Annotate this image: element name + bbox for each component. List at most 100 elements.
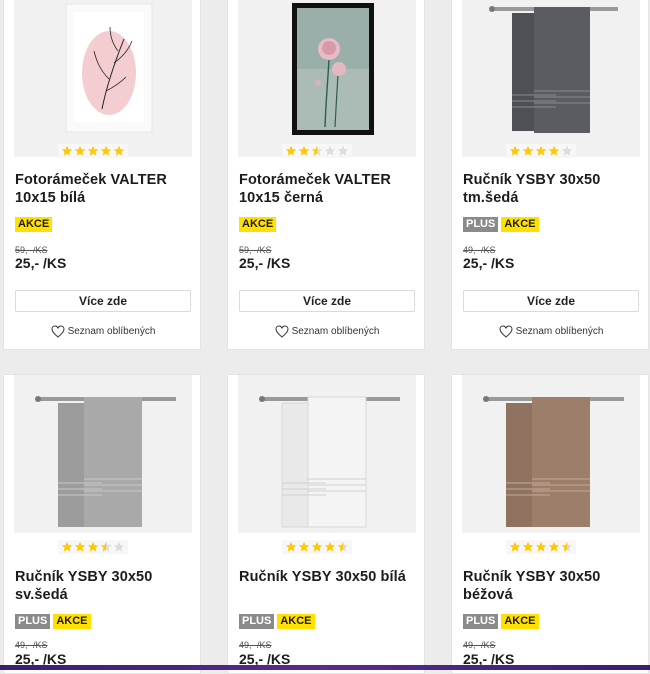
product-image[interactable] bbox=[14, 0, 192, 157]
star-icon bbox=[522, 541, 534, 552]
title-line: Ručník YSBY 30x50 bbox=[15, 569, 153, 585]
wishlist-link[interactable]: Seznam oblíbených bbox=[228, 325, 426, 338]
white-towel-icon bbox=[238, 375, 416, 533]
star-icon bbox=[535, 145, 547, 156]
akce-badge: AKCE bbox=[501, 614, 539, 629]
star-icon bbox=[561, 145, 573, 156]
product-title[interactable]: Ručník YSBY 30x50 béžová bbox=[463, 568, 643, 604]
badge-group: PLUS AKCE bbox=[15, 614, 91, 629]
old-price: 49,- /KS bbox=[463, 245, 496, 255]
more-info-button[interactable]: Více zde bbox=[463, 290, 639, 312]
star-icon bbox=[298, 541, 310, 552]
star-icon bbox=[100, 541, 112, 552]
product-title[interactable]: Fotorámeček VALTER 10x15 bílá bbox=[15, 171, 195, 207]
star-icon bbox=[61, 145, 73, 156]
star-icon bbox=[337, 541, 349, 552]
star-icon bbox=[285, 541, 297, 552]
wishlist-label: Seznam oblíbených bbox=[515, 326, 604, 337]
heart-icon bbox=[51, 325, 65, 338]
old-price: 59,- /KS bbox=[239, 245, 272, 255]
star-icon bbox=[298, 145, 310, 156]
beige-towel-icon bbox=[462, 375, 640, 533]
rating-stars bbox=[58, 540, 128, 554]
old-price: 59,- /KS bbox=[15, 245, 48, 255]
akce-badge: AKCE bbox=[239, 217, 277, 232]
price: 25,- /KS bbox=[463, 255, 515, 271]
page-bottom-bar bbox=[0, 665, 650, 670]
product-image[interactable] bbox=[14, 375, 192, 533]
akce-badge: AKCE bbox=[277, 614, 315, 629]
badge-group: PLUS AKCE bbox=[239, 614, 315, 629]
white-frame-pink-leaf-icon bbox=[14, 0, 192, 157]
product-card[interactable]: Ručník YSBY 30x50 bílá PLUS AKCE 49,- /K… bbox=[227, 374, 425, 674]
product-title[interactable]: Ručník YSBY 30x50 tm.šedá bbox=[463, 171, 643, 207]
old-price: 49,- /KS bbox=[239, 640, 272, 650]
more-info-button[interactable]: Více zde bbox=[15, 290, 191, 312]
star-icon bbox=[561, 541, 573, 552]
wishlist-label: Seznam oblíbených bbox=[67, 326, 156, 337]
product-title[interactable]: Ručník YSBY 30x50 bílá bbox=[239, 568, 419, 586]
product-title[interactable]: Ručník YSBY 30x50 sv.šedá bbox=[15, 568, 195, 604]
product-card[interactable]: Ručník YSBY 30x50 sv.šedá PLUS AKCE 49,-… bbox=[3, 374, 201, 674]
title-line: béžová bbox=[463, 587, 513, 603]
akce-badge: AKCE bbox=[501, 217, 539, 232]
product-title[interactable]: Fotorámeček VALTER 10x15 černá bbox=[239, 171, 419, 207]
light-grey-towel-icon bbox=[14, 375, 192, 533]
title-line: Fotorámeček VALTER bbox=[15, 172, 167, 188]
more-info-button[interactable]: Více zde bbox=[239, 290, 415, 312]
title-line: tm.šedá bbox=[463, 190, 519, 206]
title-line: Ručník YSBY 30x50 bílá bbox=[239, 569, 406, 585]
star-icon bbox=[285, 145, 297, 156]
dark-grey-towel-icon bbox=[462, 0, 640, 157]
star-icon bbox=[100, 145, 112, 156]
wishlist-link[interactable]: Seznam oblíbených bbox=[4, 325, 202, 338]
star-icon bbox=[548, 541, 560, 552]
product-card[interactable]: Ručník YSBY 30x50 tm.šedá PLUS AKCE 49,-… bbox=[451, 0, 649, 350]
product-image[interactable] bbox=[238, 0, 416, 157]
badge-group: AKCE bbox=[239, 217, 277, 232]
product-image[interactable] bbox=[462, 375, 640, 533]
black-frame-flower-icon bbox=[238, 0, 416, 157]
plus-badge: PLUS bbox=[239, 614, 275, 629]
rating-stars bbox=[506, 144, 576, 158]
title-line: Ručník YSBY 30x50 bbox=[463, 172, 601, 188]
star-icon bbox=[311, 145, 323, 156]
badge-group: PLUS AKCE bbox=[463, 217, 539, 232]
product-card[interactable]: Ručník YSBY 30x50 béžová PLUS AKCE 49,- … bbox=[451, 374, 649, 674]
star-icon bbox=[74, 541, 86, 552]
product-card[interactable]: Fotorámeček VALTER 10x15 černá AKCE 59,-… bbox=[227, 0, 425, 350]
product-card[interactable]: Fotorámeček VALTER 10x15 bílá AKCE 59,- … bbox=[3, 0, 201, 350]
star-icon bbox=[87, 541, 99, 552]
product-image[interactable] bbox=[238, 375, 416, 533]
rating-stars bbox=[282, 144, 352, 158]
heart-icon bbox=[499, 325, 513, 338]
price: 25,- /KS bbox=[15, 255, 67, 271]
plus-badge: PLUS bbox=[463, 217, 499, 232]
plus-badge: PLUS bbox=[15, 614, 51, 629]
star-icon bbox=[324, 541, 336, 552]
rating-stars bbox=[58, 144, 128, 158]
title-line: Ručník YSBY 30x50 bbox=[463, 569, 601, 585]
rating-stars bbox=[506, 540, 576, 554]
star-icon bbox=[74, 145, 86, 156]
star-icon bbox=[113, 541, 125, 552]
star-icon bbox=[522, 145, 534, 156]
star-icon bbox=[548, 145, 560, 156]
badge-group: PLUS AKCE bbox=[463, 614, 539, 629]
title-line: 10x15 černá bbox=[239, 190, 324, 206]
star-icon bbox=[535, 541, 547, 552]
price: 25,- /KS bbox=[239, 255, 291, 271]
plus-badge: PLUS bbox=[463, 614, 499, 629]
rating-stars bbox=[282, 540, 352, 554]
old-price: 49,- /KS bbox=[15, 640, 48, 650]
wishlist-link[interactable]: Seznam oblíbených bbox=[452, 325, 650, 338]
star-icon bbox=[337, 145, 349, 156]
star-icon bbox=[509, 541, 521, 552]
old-price: 49,- /KS bbox=[463, 640, 496, 650]
title-line: Fotorámeček VALTER bbox=[239, 172, 391, 188]
product-image[interactable] bbox=[462, 0, 640, 157]
star-icon bbox=[61, 541, 73, 552]
wishlist-label: Seznam oblíbených bbox=[291, 326, 380, 337]
star-icon bbox=[311, 541, 323, 552]
star-icon bbox=[87, 145, 99, 156]
